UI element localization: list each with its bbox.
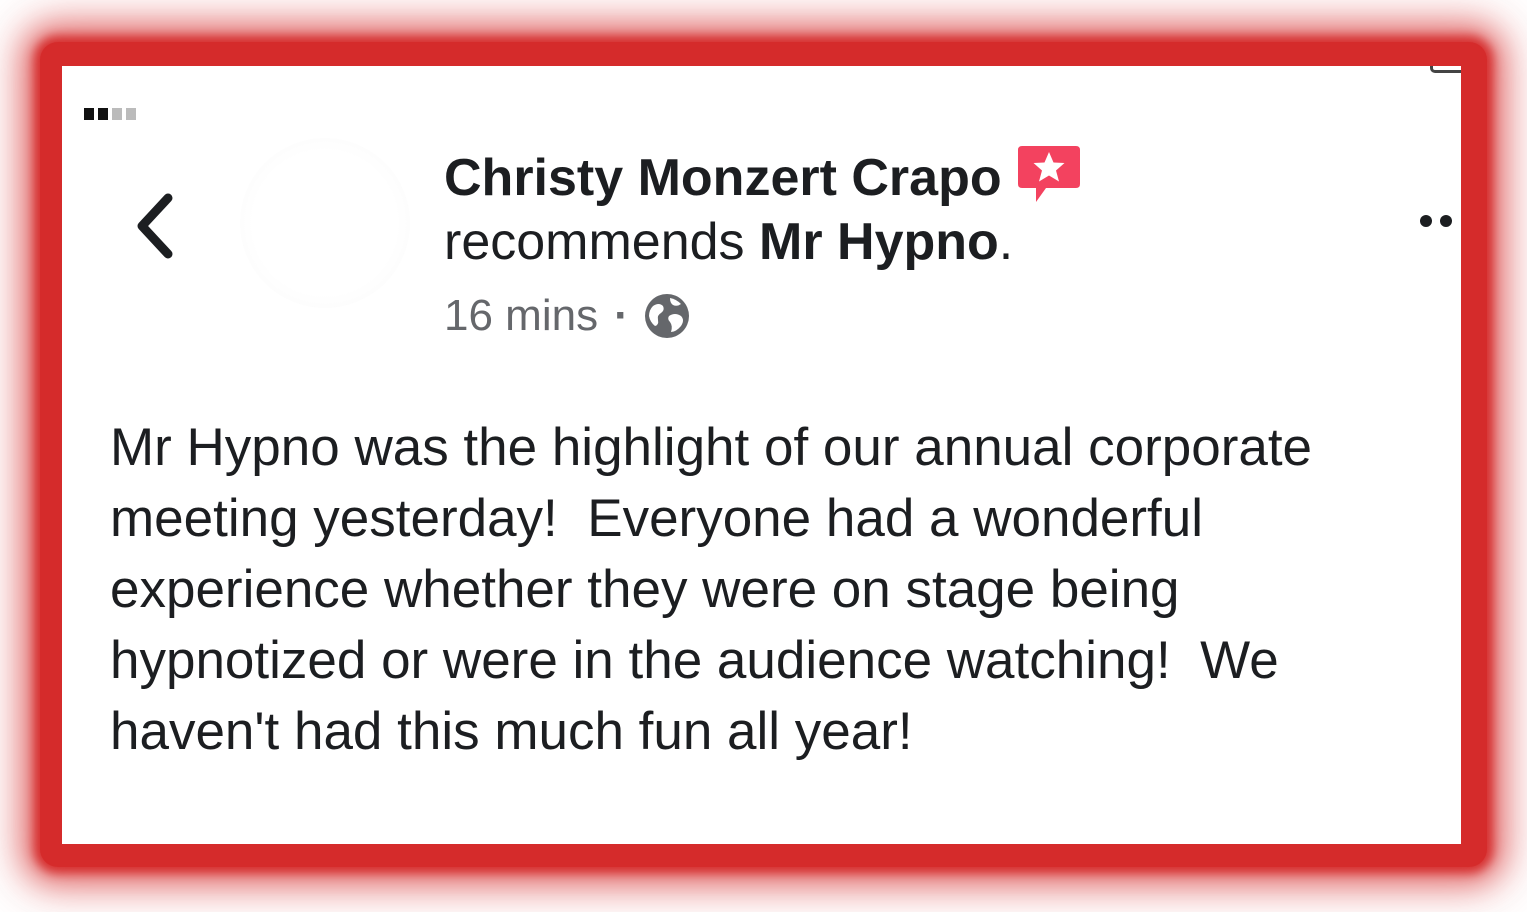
more-options-icon[interactable] [1420,214,1461,234]
signal-icon [84,66,140,120]
meta-separator: · [614,291,629,340]
author-line: Christy Monzert Crapo [444,146,1344,208]
page-name-link[interactable]: Mr Hypno [759,213,999,271]
page-suffix: . [998,213,1014,271]
recommends-text: recommends [444,213,745,271]
back-chevron-icon[interactable] [128,186,188,266]
post-header: Christy Monzert Crapo recommends Mr Hypn… [444,146,1344,344]
recommend-line: recommends Mr Hypno. [444,208,1344,276]
avatar[interactable] [240,138,410,308]
globe-icon [643,292,691,340]
battery-percent: 77% [1270,66,1374,78]
battery-icon [1430,66,1461,73]
post-timestamp[interactable]: 16 mins [444,288,598,344]
recommendation-star-icon [1016,142,1082,208]
facebook-post-screen: Verizon ◆ ✳ 12:35 PM 77% Christy Monzert… [62,66,1461,844]
status-time: 12:35 PM [702,66,927,78]
status-bar: Verizon ◆ ✳ 12:35 PM 77% [62,66,1461,120]
loading-icon: ✳ [432,66,466,78]
post-body-text: Mr Hypno was the highlight of our annual… [110,418,1313,761]
post-meta: 16 mins · [444,288,1344,344]
author-name[interactable]: Christy Monzert Crapo [444,149,1002,207]
wifi-icon: ◆ [367,66,398,78]
carrier-label: Verizon [164,66,349,78]
